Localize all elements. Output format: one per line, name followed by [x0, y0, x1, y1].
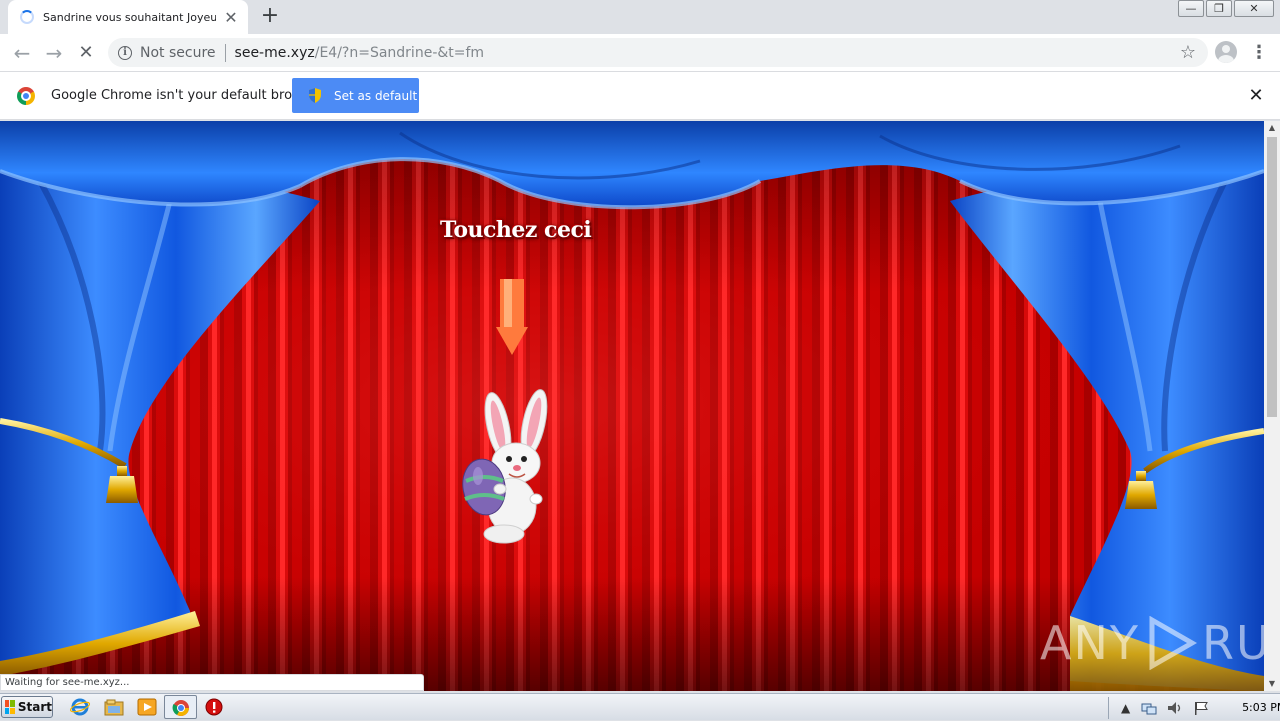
forward-button[interactable]: → [41, 40, 67, 66]
scrollbar-thumb[interactable] [1267, 137, 1277, 417]
default-browser-infobar: Google Chrome isn't your default browser… [0, 71, 1280, 120]
loading-spinner-icon [20, 10, 34, 24]
windows-taskbar: Start ▲ 5:03 P [0, 693, 1280, 720]
minimize-button[interactable]: — [1178, 0, 1204, 17]
anyrun-watermark: ANY RUN [1040, 616, 1264, 670]
info-icon[interactable]: i [118, 45, 132, 60]
profile-avatar-icon[interactable] [1215, 41, 1237, 63]
browser-toolbar: ← → ✕ i Not secure see-me.xyz/E4/?n=Sand… [0, 34, 1280, 71]
infobar-message: Google Chrome isn't your default browser [51, 88, 323, 103]
security-indicator[interactable]: Not secure [140, 45, 216, 61]
scroll-down-arrow-icon[interactable]: ▼ [1264, 677, 1280, 691]
media-player-icon[interactable] [137, 698, 157, 716]
action-center-flag-icon[interactable] [1193, 701, 1209, 715]
file-explorer-icon[interactable] [104, 698, 124, 716]
bookmark-star-icon[interactable]: ☆ [1180, 42, 1196, 63]
play-triangle-icon [1149, 616, 1197, 670]
tab-title: Sandrine vous souhaitant Joyeuses P [43, 10, 216, 24]
new-tab-button[interactable]: + [258, 4, 282, 28]
set-as-default-button[interactable]: Set as default [292, 78, 419, 113]
stop-loading-button[interactable]: ✕ [73, 40, 99, 66]
chrome-taskbar-icon [172, 700, 189, 716]
page-viewport: Touchez ceci ANY RUN Waiting for see-me.… [0, 121, 1264, 691]
set-as-default-label: Set as default [334, 88, 418, 103]
tab-close-icon[interactable]: ✕ [222, 8, 240, 27]
browser-tab[interactable]: Sandrine vous souhaitant Joyeuses P ✕ [8, 0, 248, 34]
page-scrollbar[interactable]: ▲ ▼ [1264, 121, 1280, 691]
omnibox-divider [224, 43, 226, 62]
status-bubble: Waiting for see-me.xyz... [0, 674, 424, 691]
theater-stage-illustration [0, 121, 1264, 691]
url-path[interactable]: /E4/?n=Sandrine-&t=fm [315, 45, 484, 61]
watermark-right-text: RUN [1201, 616, 1264, 670]
touch-here-heading[interactable]: Touchez ceci [440, 217, 592, 243]
address-bar[interactable]: i Not secure see-me.xyz/E4/?n=Sandrine-&… [108, 38, 1208, 67]
taskbar-clock[interactable]: 5:03 PM [1238, 701, 1280, 714]
network-icon[interactable] [1141, 701, 1157, 715]
windows-logo-icon [5, 700, 15, 714]
taskbar-chrome-button[interactable] [164, 695, 197, 719]
system-tray: ▲ 5:03 PM [1102, 694, 1280, 721]
back-button[interactable]: ← [9, 40, 35, 66]
internet-explorer-icon[interactable] [70, 698, 90, 716]
antivirus-alert-icon[interactable] [204, 698, 224, 716]
tray-expand-arrow-icon[interactable]: ▲ [1121, 701, 1130, 715]
scroll-up-arrow-icon[interactable]: ▲ [1264, 121, 1280, 135]
window-controls: — ❐ ✕ [1176, 0, 1274, 18]
chrome-menu-icon[interactable]: ⋮ [1250, 40, 1268, 66]
start-label: Start [17, 700, 52, 714]
window-close-button[interactable]: ✕ [1234, 0, 1274, 17]
infobar-close-icon[interactable]: ✕ [1246, 85, 1266, 106]
restore-button[interactable]: ❐ [1206, 0, 1232, 17]
chrome-logo-icon [17, 87, 35, 105]
url-host[interactable]: see-me.xyz [235, 45, 315, 61]
uac-shield-icon [309, 88, 321, 103]
start-button[interactable]: Start [1, 696, 53, 718]
volume-icon[interactable] [1167, 701, 1183, 715]
watermark-left-text: ANY [1040, 616, 1140, 670]
tab-strip: Sandrine vous souhaitant Joyeuses P ✕ + … [0, 0, 1280, 34]
tray-separator [1108, 696, 1109, 719]
